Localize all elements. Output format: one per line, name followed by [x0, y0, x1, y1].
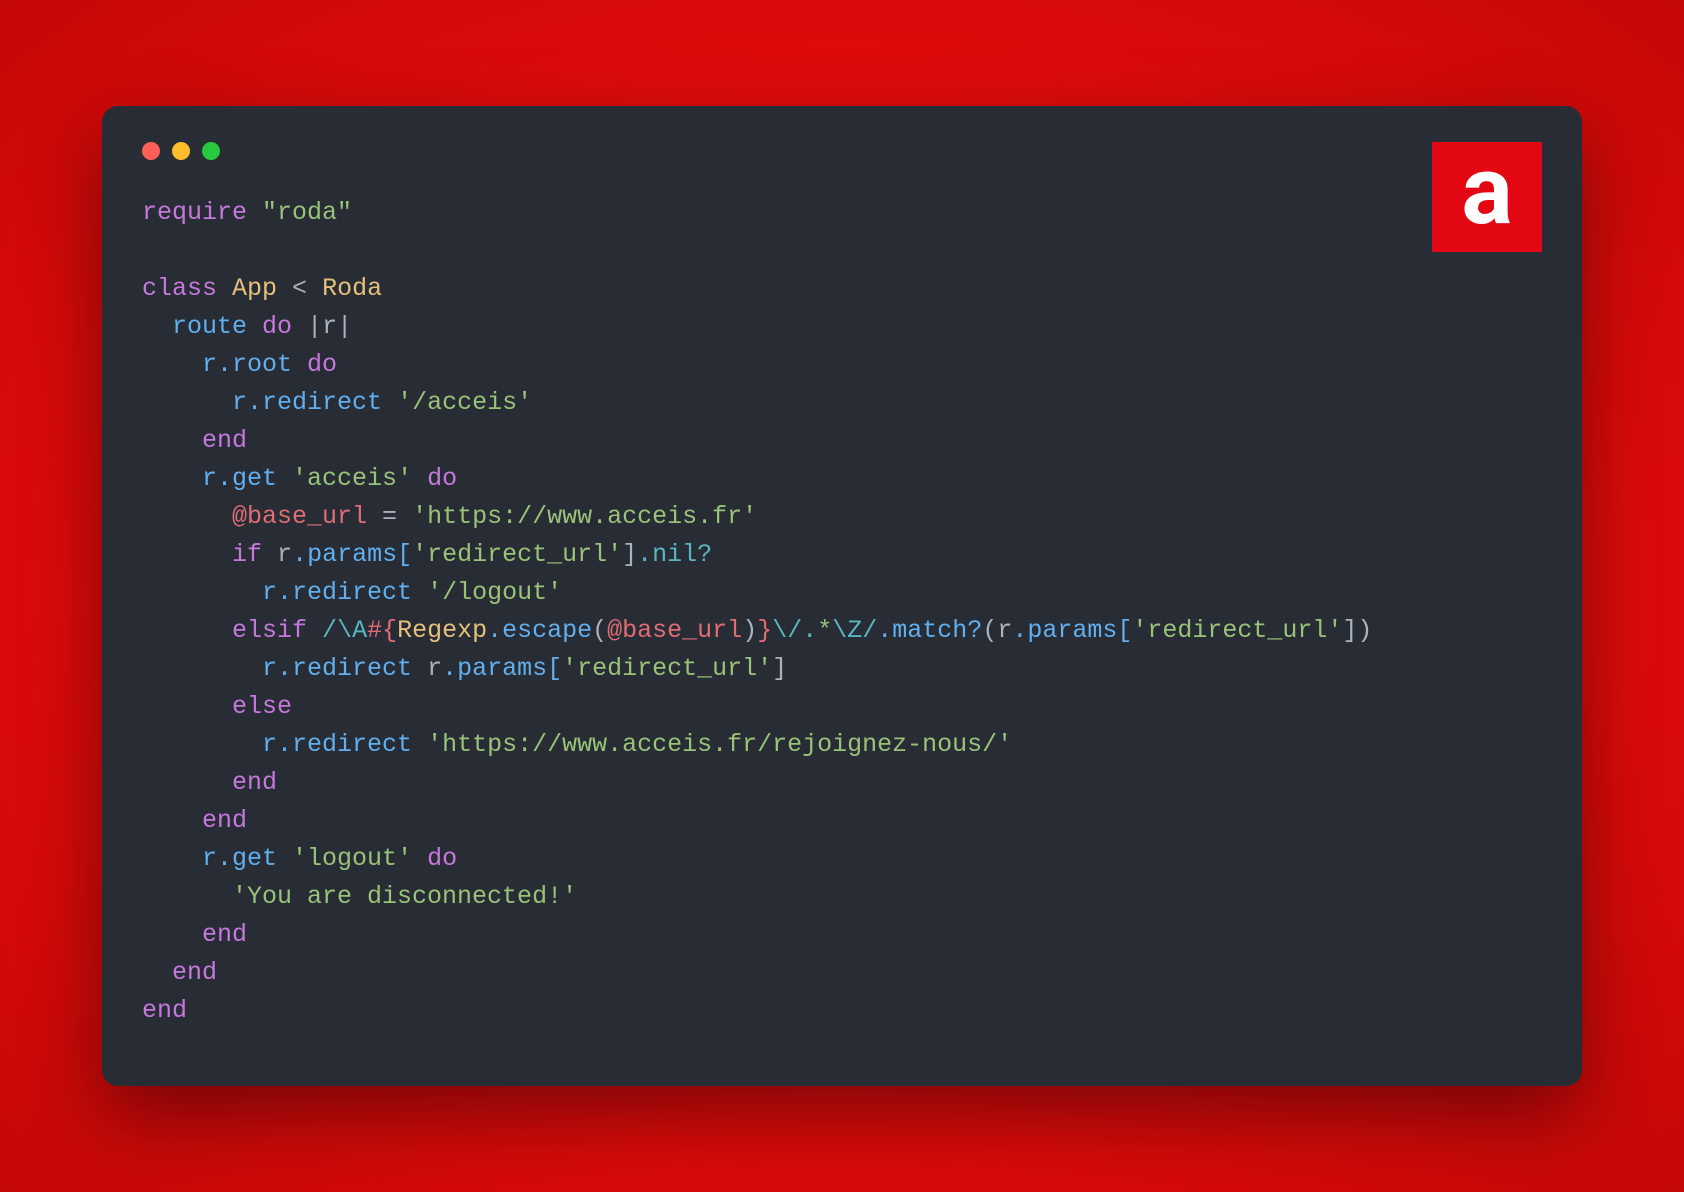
kw-else: else [232, 692, 292, 721]
rgx-star: * [817, 616, 832, 645]
traffic-lights [142, 142, 1542, 160]
kw-end4: end [202, 920, 247, 949]
str-logout2: 'logout' [292, 844, 412, 873]
str-acceis: '/acceis' [397, 388, 532, 417]
kw-do: do [262, 312, 292, 341]
fn-route: route [172, 312, 247, 341]
op-lt: < [277, 274, 322, 303]
rgx-Z: \Z [832, 616, 862, 645]
str-disconnected: 'You are disconnected!' [232, 882, 577, 911]
logo-letter: a [1461, 143, 1512, 239]
str-roda: "roda" [262, 198, 352, 227]
r3: r [427, 654, 442, 683]
block-arg: |r| [292, 312, 352, 341]
str-baseurl: 'https://www.acceis.fr' [412, 502, 757, 531]
fn-rget2: r.get [202, 844, 277, 873]
r2: r [997, 616, 1012, 645]
fn-nil: .nil? [637, 540, 712, 569]
rpar: ) [742, 616, 757, 645]
kw-class: class [142, 274, 217, 303]
fn-redirect1: r.redirect [232, 388, 382, 417]
minimize-icon [172, 142, 190, 160]
kw-end2: end [232, 768, 277, 797]
kw-require: require [142, 198, 247, 227]
fn-redirect3: r.redirect [262, 654, 412, 683]
rgx-interp-open: #{ [367, 616, 397, 645]
rb3: ] [772, 654, 787, 683]
rb2: ]) [1342, 616, 1372, 645]
str-key3: 'redirect_url' [562, 654, 772, 683]
kw-end1: end [202, 426, 247, 455]
kw-end6: end [142, 996, 187, 1025]
code-window: a require "roda" class App < Roda route … [102, 106, 1582, 1086]
kw-end3: end [202, 806, 247, 835]
lpar2: ( [982, 616, 997, 645]
kw-do2: do [307, 350, 337, 379]
close-icon [142, 142, 160, 160]
lpar: ( [592, 616, 607, 645]
fn-params1: .params[ [292, 540, 412, 569]
fn-escape: .escape [487, 616, 592, 645]
code-block: require "roda" class App < Roda route do… [142, 194, 1542, 1030]
fn-rget1: r.get [202, 464, 277, 493]
rgx-slashdot: \/. [772, 616, 817, 645]
op-eq: = [367, 502, 412, 531]
str-rejoignez: 'https://www.acceis.fr/rejoignez-nous/' [427, 730, 1012, 759]
kw-if: if [232, 540, 262, 569]
fn-match: .match? [877, 616, 982, 645]
zoom-icon [202, 142, 220, 160]
fn-rroot: r.root [202, 350, 292, 379]
ivar-baseurl2: @base_url [607, 616, 742, 645]
fn-params3: .params[ [442, 654, 562, 683]
fn-redirect4: r.redirect [262, 730, 412, 759]
kw-do3: do [427, 464, 457, 493]
rgx-close: / [862, 616, 877, 645]
kw-elsif: elsif [232, 616, 307, 645]
fn-params2: .params[ [1012, 616, 1132, 645]
cls-regexp: Regexp [397, 616, 487, 645]
ivar-baseurl: @base_url [232, 502, 367, 531]
rgx-interp-close: } [757, 616, 772, 645]
cls-app: App [232, 274, 277, 303]
str-logout: '/logout' [427, 578, 562, 607]
str-acceis2: 'acceis' [292, 464, 412, 493]
acceis-logo: a [1432, 142, 1542, 252]
fn-redirect2: r.redirect [262, 578, 412, 607]
str-key2: 'redirect_url' [1132, 616, 1342, 645]
kw-end5: end [172, 958, 217, 987]
str-key1: 'redirect_url' [412, 540, 622, 569]
kw-do4: do [427, 844, 457, 873]
rb1: ] [622, 540, 637, 569]
cls-roda: Roda [322, 274, 382, 303]
rgx-open: / [322, 616, 337, 645]
rgx-A: \A [337, 616, 367, 645]
r1: r [277, 540, 292, 569]
